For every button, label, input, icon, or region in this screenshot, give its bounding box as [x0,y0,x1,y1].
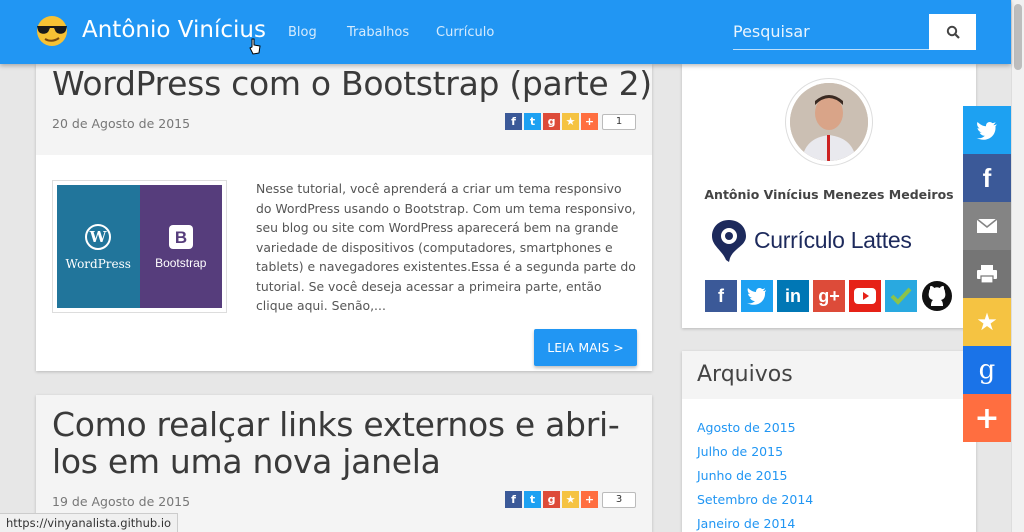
top-navbar: Antônio Vinícius Blog Trabalhos Currícul… [0,0,1011,64]
foursquare-icon[interactable] [885,280,917,312]
lattes-icon [712,220,746,262]
list-item: Junho de 2015 [697,465,813,489]
google-plus-icon[interactable]: g+ [813,280,845,312]
more-icon[interactable]: + [581,113,598,130]
share-count: 3 [602,491,636,508]
github-octocat-glyph [922,281,952,311]
youtube-icon[interactable] [849,280,881,312]
social-links: f in g+ [705,280,953,312]
post-date: 20 de Agosto de 2015 [52,116,191,131]
favorite-icon[interactable]: ★ [562,113,579,130]
lattes-link[interactable]: Currículo Lattes [710,218,912,262]
twitter-icon[interactable]: t [524,491,541,508]
floating-share-bar: f ★ g + [963,106,1011,442]
lattes-label: Currículo Lattes [754,226,912,253]
thumbnail-right-label: Bootstrap [155,255,207,270]
post-date: 19 de Agosto de 2015 [52,494,191,509]
post-card: WordPress com o Bootstrap (parte 2) 20 d… [36,64,652,371]
archive-link[interactable]: Agosto de 2015 [697,420,796,435]
print-icon[interactable] [963,250,1011,298]
profile-photo [790,83,868,161]
post-thumbnail[interactable]: W WordPress B Bootstrap [52,180,227,313]
favorite-icon[interactable]: ★ [963,298,1011,346]
facebook-icon[interactable]: f [705,280,737,312]
post-excerpt: Nesse tutorial, você aprenderá a criar u… [256,181,636,313]
mouse-cursor-icon [249,38,261,55]
nav-curriculo[interactable]: Currículo [436,25,494,40]
list-item: Setembro de 2014 [697,489,813,513]
scrollbar-thumb[interactable] [1014,4,1022,70]
printer-glyph [977,265,997,284]
archive-link[interactable]: Setembro de 2014 [697,492,813,507]
facebook-icon[interactable]: f [505,491,522,508]
twitter-icon[interactable] [741,280,773,312]
archives-list: Agosto de 2015 Julho de 2015 Junho de 20… [697,417,813,532]
archive-link[interactable]: Julho de 2015 [697,444,783,459]
list-item: Janeiro de 2014 [697,513,813,532]
twitter-icon[interactable]: t [524,113,541,130]
more-icon[interactable]: + [581,491,598,508]
site-name[interactable]: Antônio Vinícius [82,17,266,43]
read-more-button[interactable]: LEIA MAIS > [534,329,637,366]
share-buttons: f t g ★ + 3 [505,491,636,508]
facebook-icon[interactable]: f [505,113,522,130]
page-scrollbar[interactable] [1011,0,1024,532]
archive-link[interactable]: Junho de 2015 [697,468,788,483]
google-icon[interactable]: g [963,346,1011,394]
wordpress-logo: W WordPress [57,185,140,308]
avatar[interactable] [785,78,873,166]
search-icon [946,25,960,39]
archive-link[interactable]: Janeiro de 2014 [697,516,795,531]
favorite-icon[interactable]: ★ [562,491,579,508]
profile-widget: Antônio Vinícius Menezes Medeiros Curríc… [682,64,976,328]
list-item: Agosto de 2015 [697,417,813,441]
nav-blog[interactable]: Blog [288,25,317,40]
share-count: 1 [602,113,636,130]
profile-name: Antônio Vinícius Menezes Medeiros [704,187,954,202]
facebook-icon[interactable]: f [963,154,1011,202]
youtube-play-glyph [854,288,876,304]
linkedin-icon[interactable]: in [777,280,809,312]
search-button[interactable] [929,14,976,50]
envelope-glyph [976,218,998,233]
link-status-bar: https://vinyanalista.github.io [0,513,179,532]
svg-text:W: W [89,228,108,246]
twitter-bird-glyph [747,288,766,305]
archives-title: Arquivos [697,362,793,387]
archives-header: Arquivos [682,351,976,399]
nav-trabalhos[interactable]: Trabalhos [347,25,409,40]
twitter-icon[interactable] [963,106,1011,154]
twitter-bird-glyph [976,121,997,140]
wordpress-icon: W [85,223,112,250]
archives-widget: Arquivos Agosto de 2015 Julho de 2015 Ju… [682,351,976,532]
post-title[interactable]: Como realçar links externos e abri-los e… [52,406,642,480]
email-icon[interactable] [963,202,1011,250]
more-icon[interactable]: + [963,394,1011,442]
bootstrap-icon: B [168,224,193,249]
share-buttons: f t g ★ + 1 [505,113,636,130]
checkmark-glyph [890,287,912,305]
post-card: Como realçar links externos e abri-los e… [36,395,652,532]
github-icon[interactable] [921,280,953,312]
google-plus-icon[interactable]: g [543,113,560,130]
list-item: Julho de 2015 [697,441,813,465]
svg-text:B: B [175,228,187,247]
bootstrap-logo: B Bootstrap [139,185,222,308]
search-input[interactable] [733,14,929,50]
google-plus-icon[interactable]: g [543,491,560,508]
thumbnail-left-label: WordPress [65,256,131,271]
sunglasses-emoji-logo[interactable] [34,15,70,47]
post-title[interactable]: WordPress com o Bootstrap (parte 2) [52,65,652,102]
